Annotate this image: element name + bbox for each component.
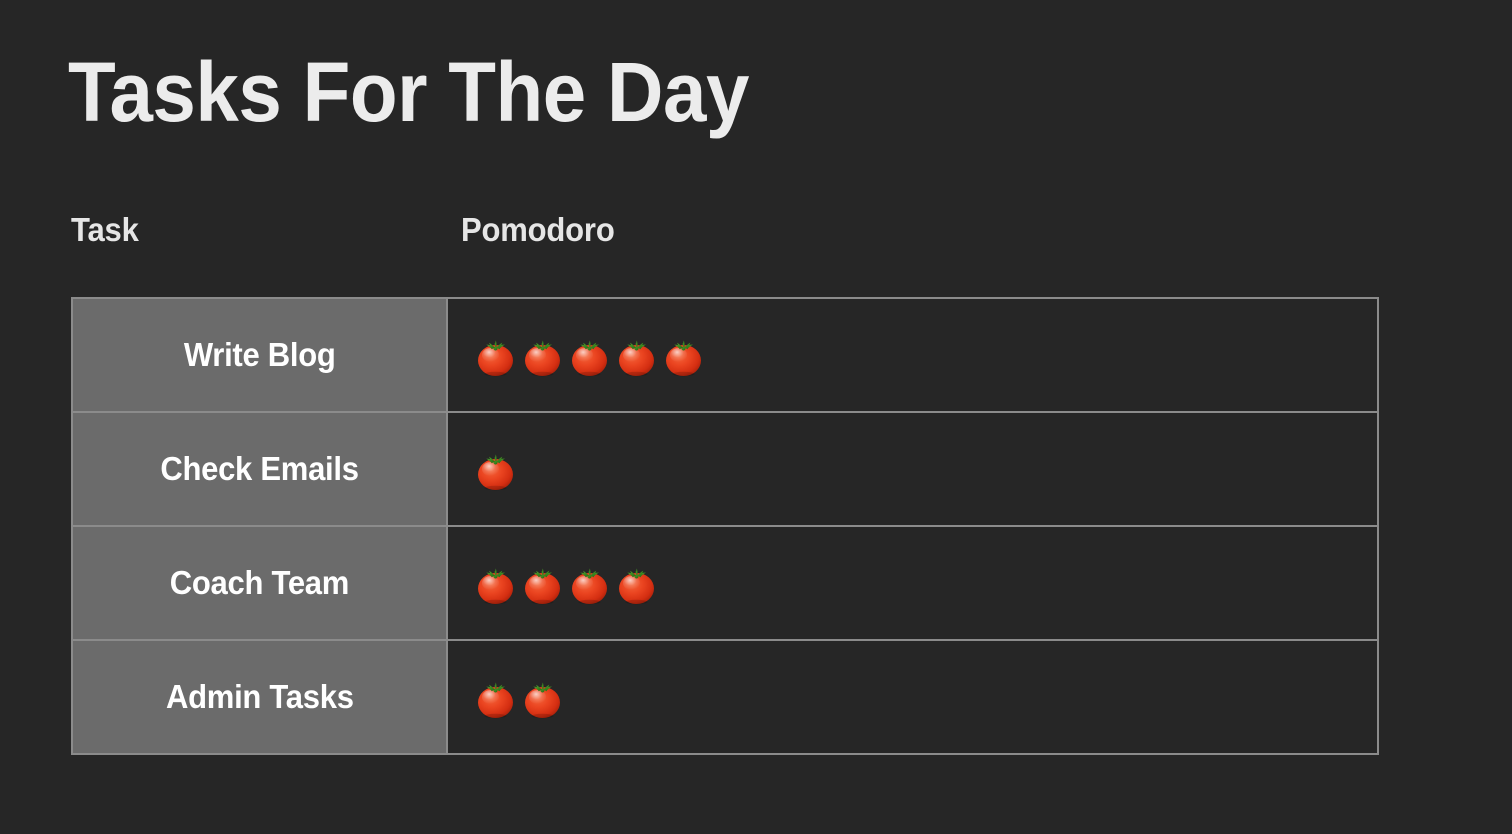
- table-row[interactable]: Check Emails: [71, 411, 1379, 527]
- tomato-icon: [613, 332, 660, 379]
- pomodoro-icon-list: [472, 560, 1377, 607]
- pomodoro-cell[interactable]: [446, 525, 1379, 641]
- task-name-cell[interactable]: Admin Tasks: [71, 639, 448, 755]
- page-title: Tasks For The Day: [68, 45, 749, 139]
- tasks-table: Write Blog Check Emails Coach Team Admin…: [71, 297, 1379, 755]
- tomato-icon: [566, 332, 613, 379]
- tomato-icon: [472, 674, 519, 721]
- task-name-cell[interactable]: Check Emails: [71, 411, 448, 527]
- tomato-icon: [519, 560, 566, 607]
- tomato-icon: [566, 560, 613, 607]
- pomodoro-icon-list: [472, 332, 1377, 379]
- column-header-pomodoro: Pomodoro: [461, 211, 615, 248]
- task-name-cell[interactable]: Coach Team: [71, 525, 448, 641]
- pomodoro-cell[interactable]: [446, 297, 1379, 413]
- task-name-cell[interactable]: Write Blog: [71, 297, 448, 413]
- pomodoro-icon-list: [472, 674, 1377, 721]
- tomato-icon: [472, 446, 519, 493]
- tomato-icon: [472, 332, 519, 379]
- tomato-icon: [519, 332, 566, 379]
- tomato-icon: [472, 560, 519, 607]
- table-row[interactable]: Write Blog: [71, 297, 1379, 413]
- tasks-table-body: Write Blog Check Emails Coach Team Admin…: [71, 297, 1379, 755]
- task-name-label: Write Blog: [183, 336, 336, 373]
- column-headers: Task Pomodoro: [71, 208, 1379, 258]
- task-name-label: Coach Team: [169, 564, 350, 601]
- pomodoro-cell[interactable]: [446, 411, 1379, 527]
- tomato-icon: [613, 560, 660, 607]
- table-row[interactable]: Admin Tasks: [71, 639, 1379, 755]
- pomodoro-icon-list: [472, 446, 1377, 493]
- tasks-page: Tasks For The Day Task Pomodoro Write Bl…: [0, 0, 1512, 834]
- column-header-task: Task: [71, 211, 139, 248]
- table-row[interactable]: Coach Team: [71, 525, 1379, 641]
- pomodoro-cell[interactable]: [446, 639, 1379, 755]
- task-name-label: Check Emails: [160, 450, 359, 487]
- task-name-label: Admin Tasks: [165, 678, 354, 715]
- tomato-icon: [519, 674, 566, 721]
- tomato-icon: [660, 332, 707, 379]
